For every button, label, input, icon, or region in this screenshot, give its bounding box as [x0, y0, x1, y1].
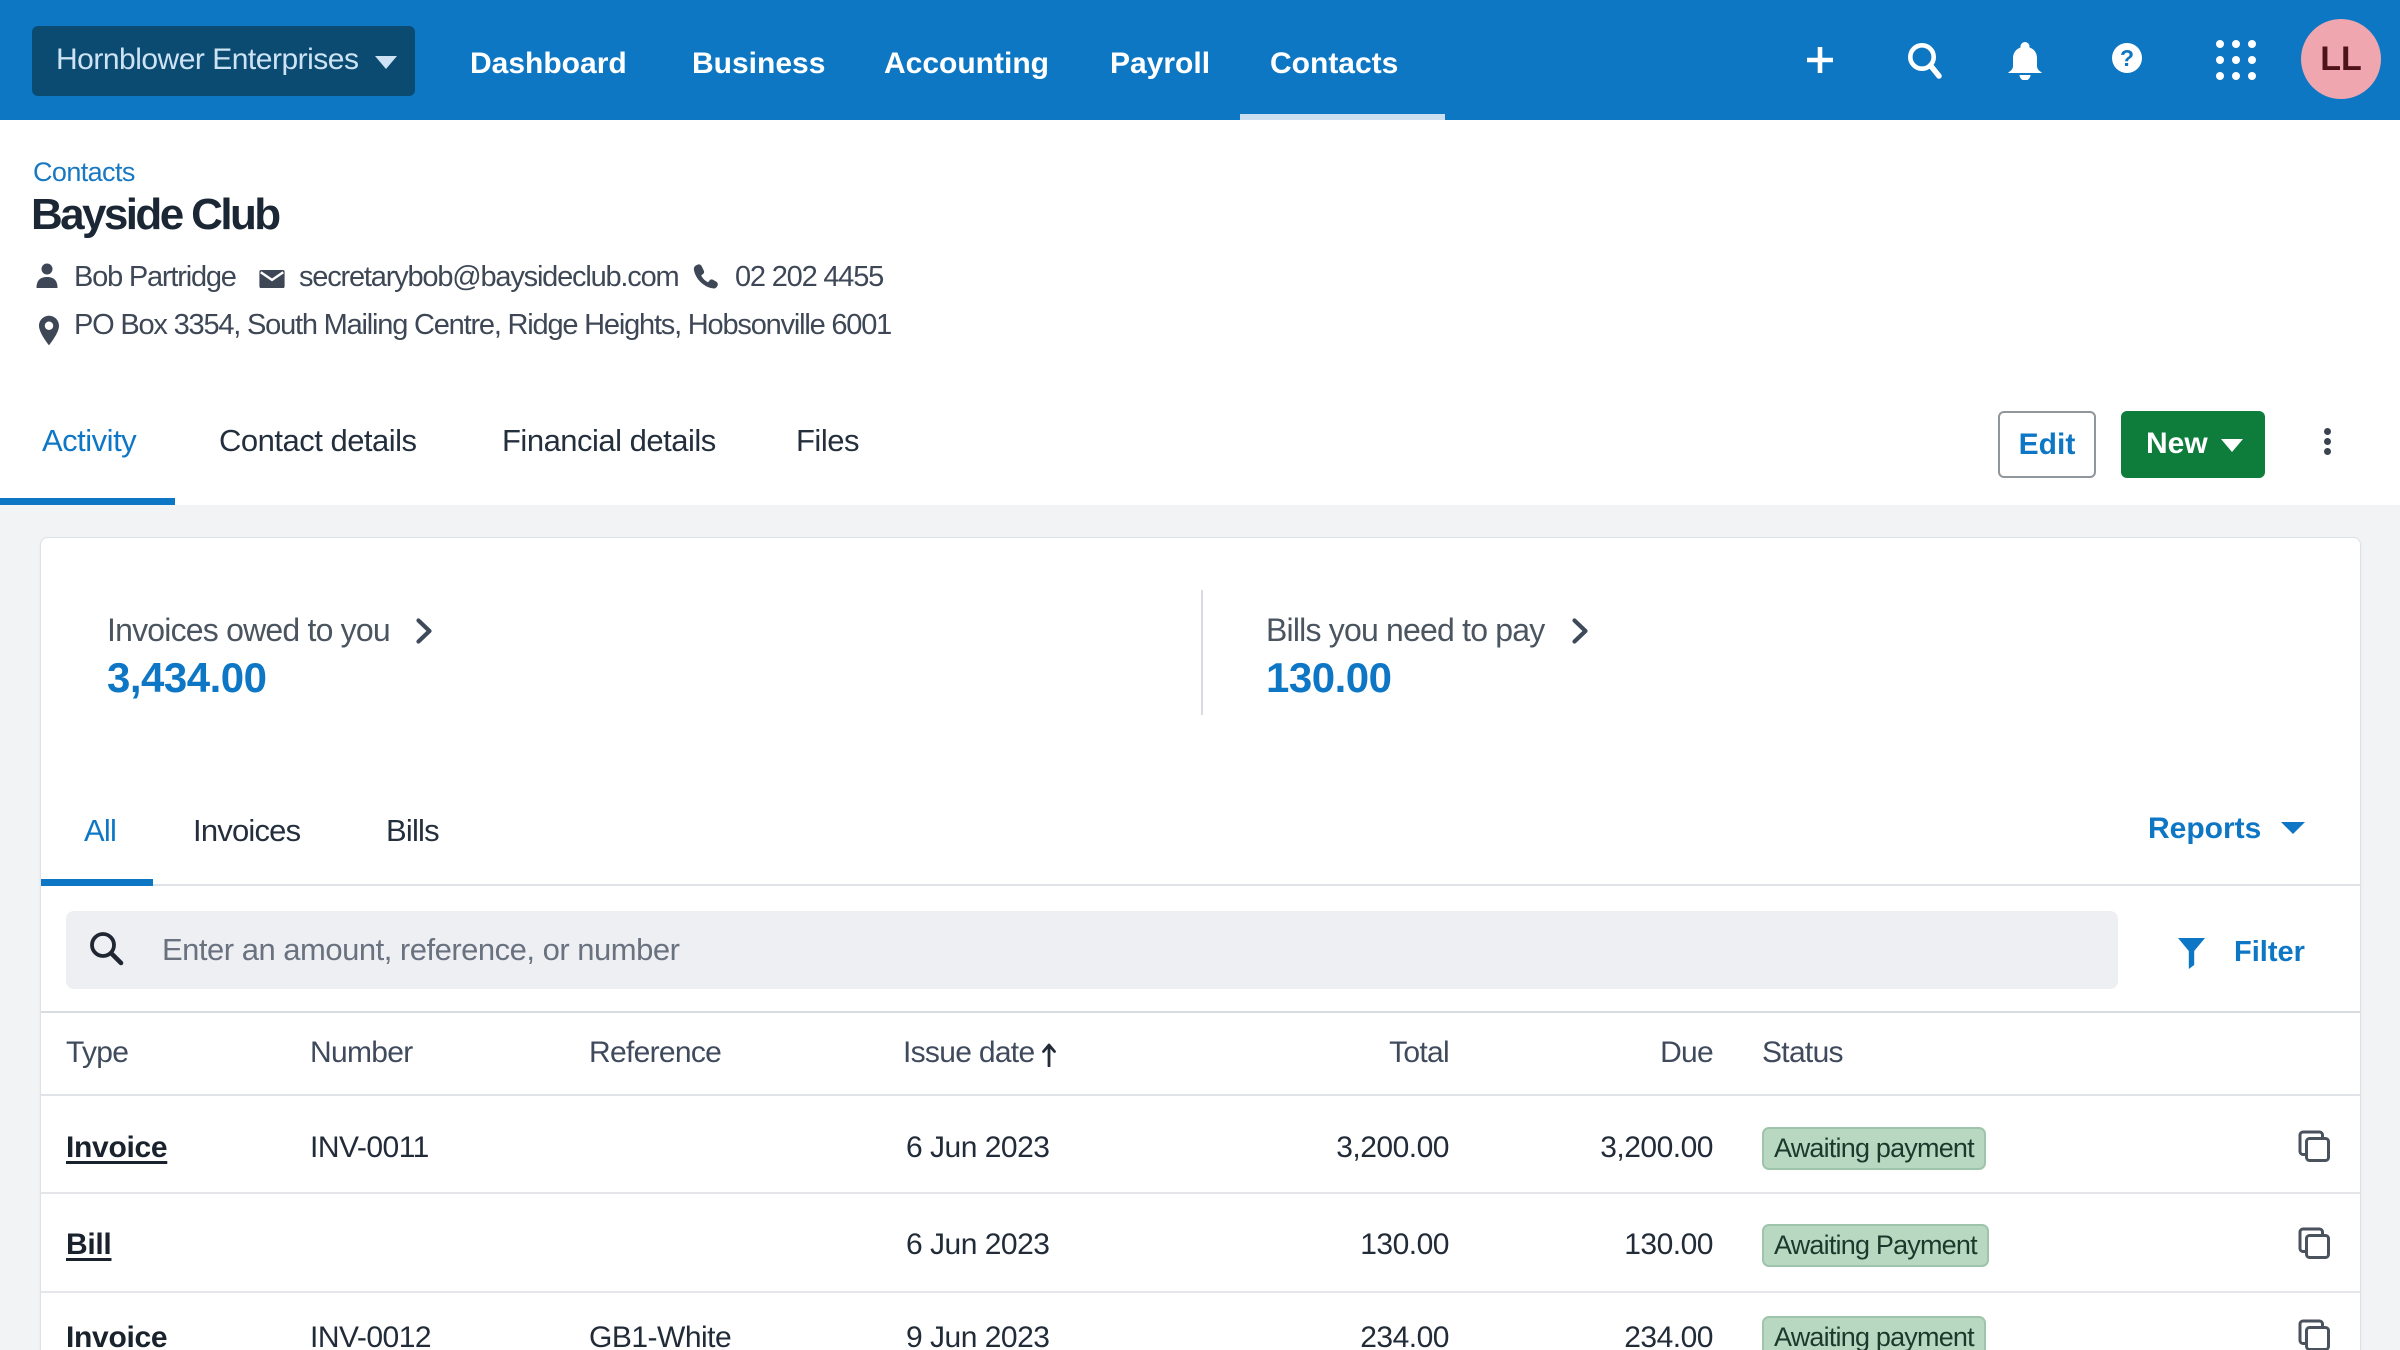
- svg-text:?: ?: [2120, 45, 2134, 71]
